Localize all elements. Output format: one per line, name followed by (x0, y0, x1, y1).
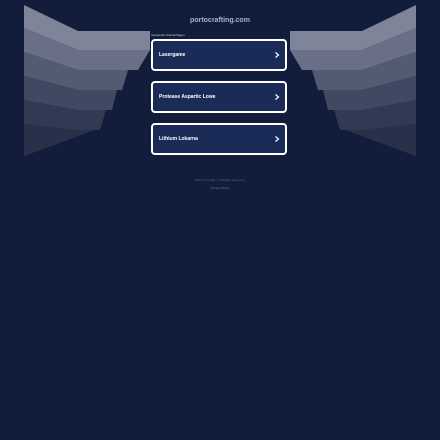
chevron-right-icon (275, 136, 280, 142)
search-link-lasergame[interactable]: Lasergame (151, 39, 287, 71)
copyright-text: 2025 Copyright. | All Rights Reserved. (194, 178, 246, 182)
parked-domain-page: portocrafting.com Verwandte Suchanfragen… (0, 0, 440, 440)
privacy-policy-link[interactable]: Privacy Policy (0, 186, 440, 190)
chevron-right-icon (275, 52, 280, 58)
search-link-label: Lasergame (159, 52, 186, 58)
related-searches-label: Verwandte Suchanfragen (151, 33, 185, 37)
search-link-protease-aspartic-lowe[interactable]: Protease Aspartic Lowe (151, 81, 287, 113)
search-link-label: Protease Aspartic Lowe (159, 94, 216, 100)
chevron-right-icon (275, 94, 280, 100)
domain-title: portocrafting.com (190, 17, 250, 24)
search-link-lithium-lokarna[interactable]: Lithium Lokarna (151, 123, 287, 155)
search-link-label: Lithium Lokarna (159, 136, 198, 142)
